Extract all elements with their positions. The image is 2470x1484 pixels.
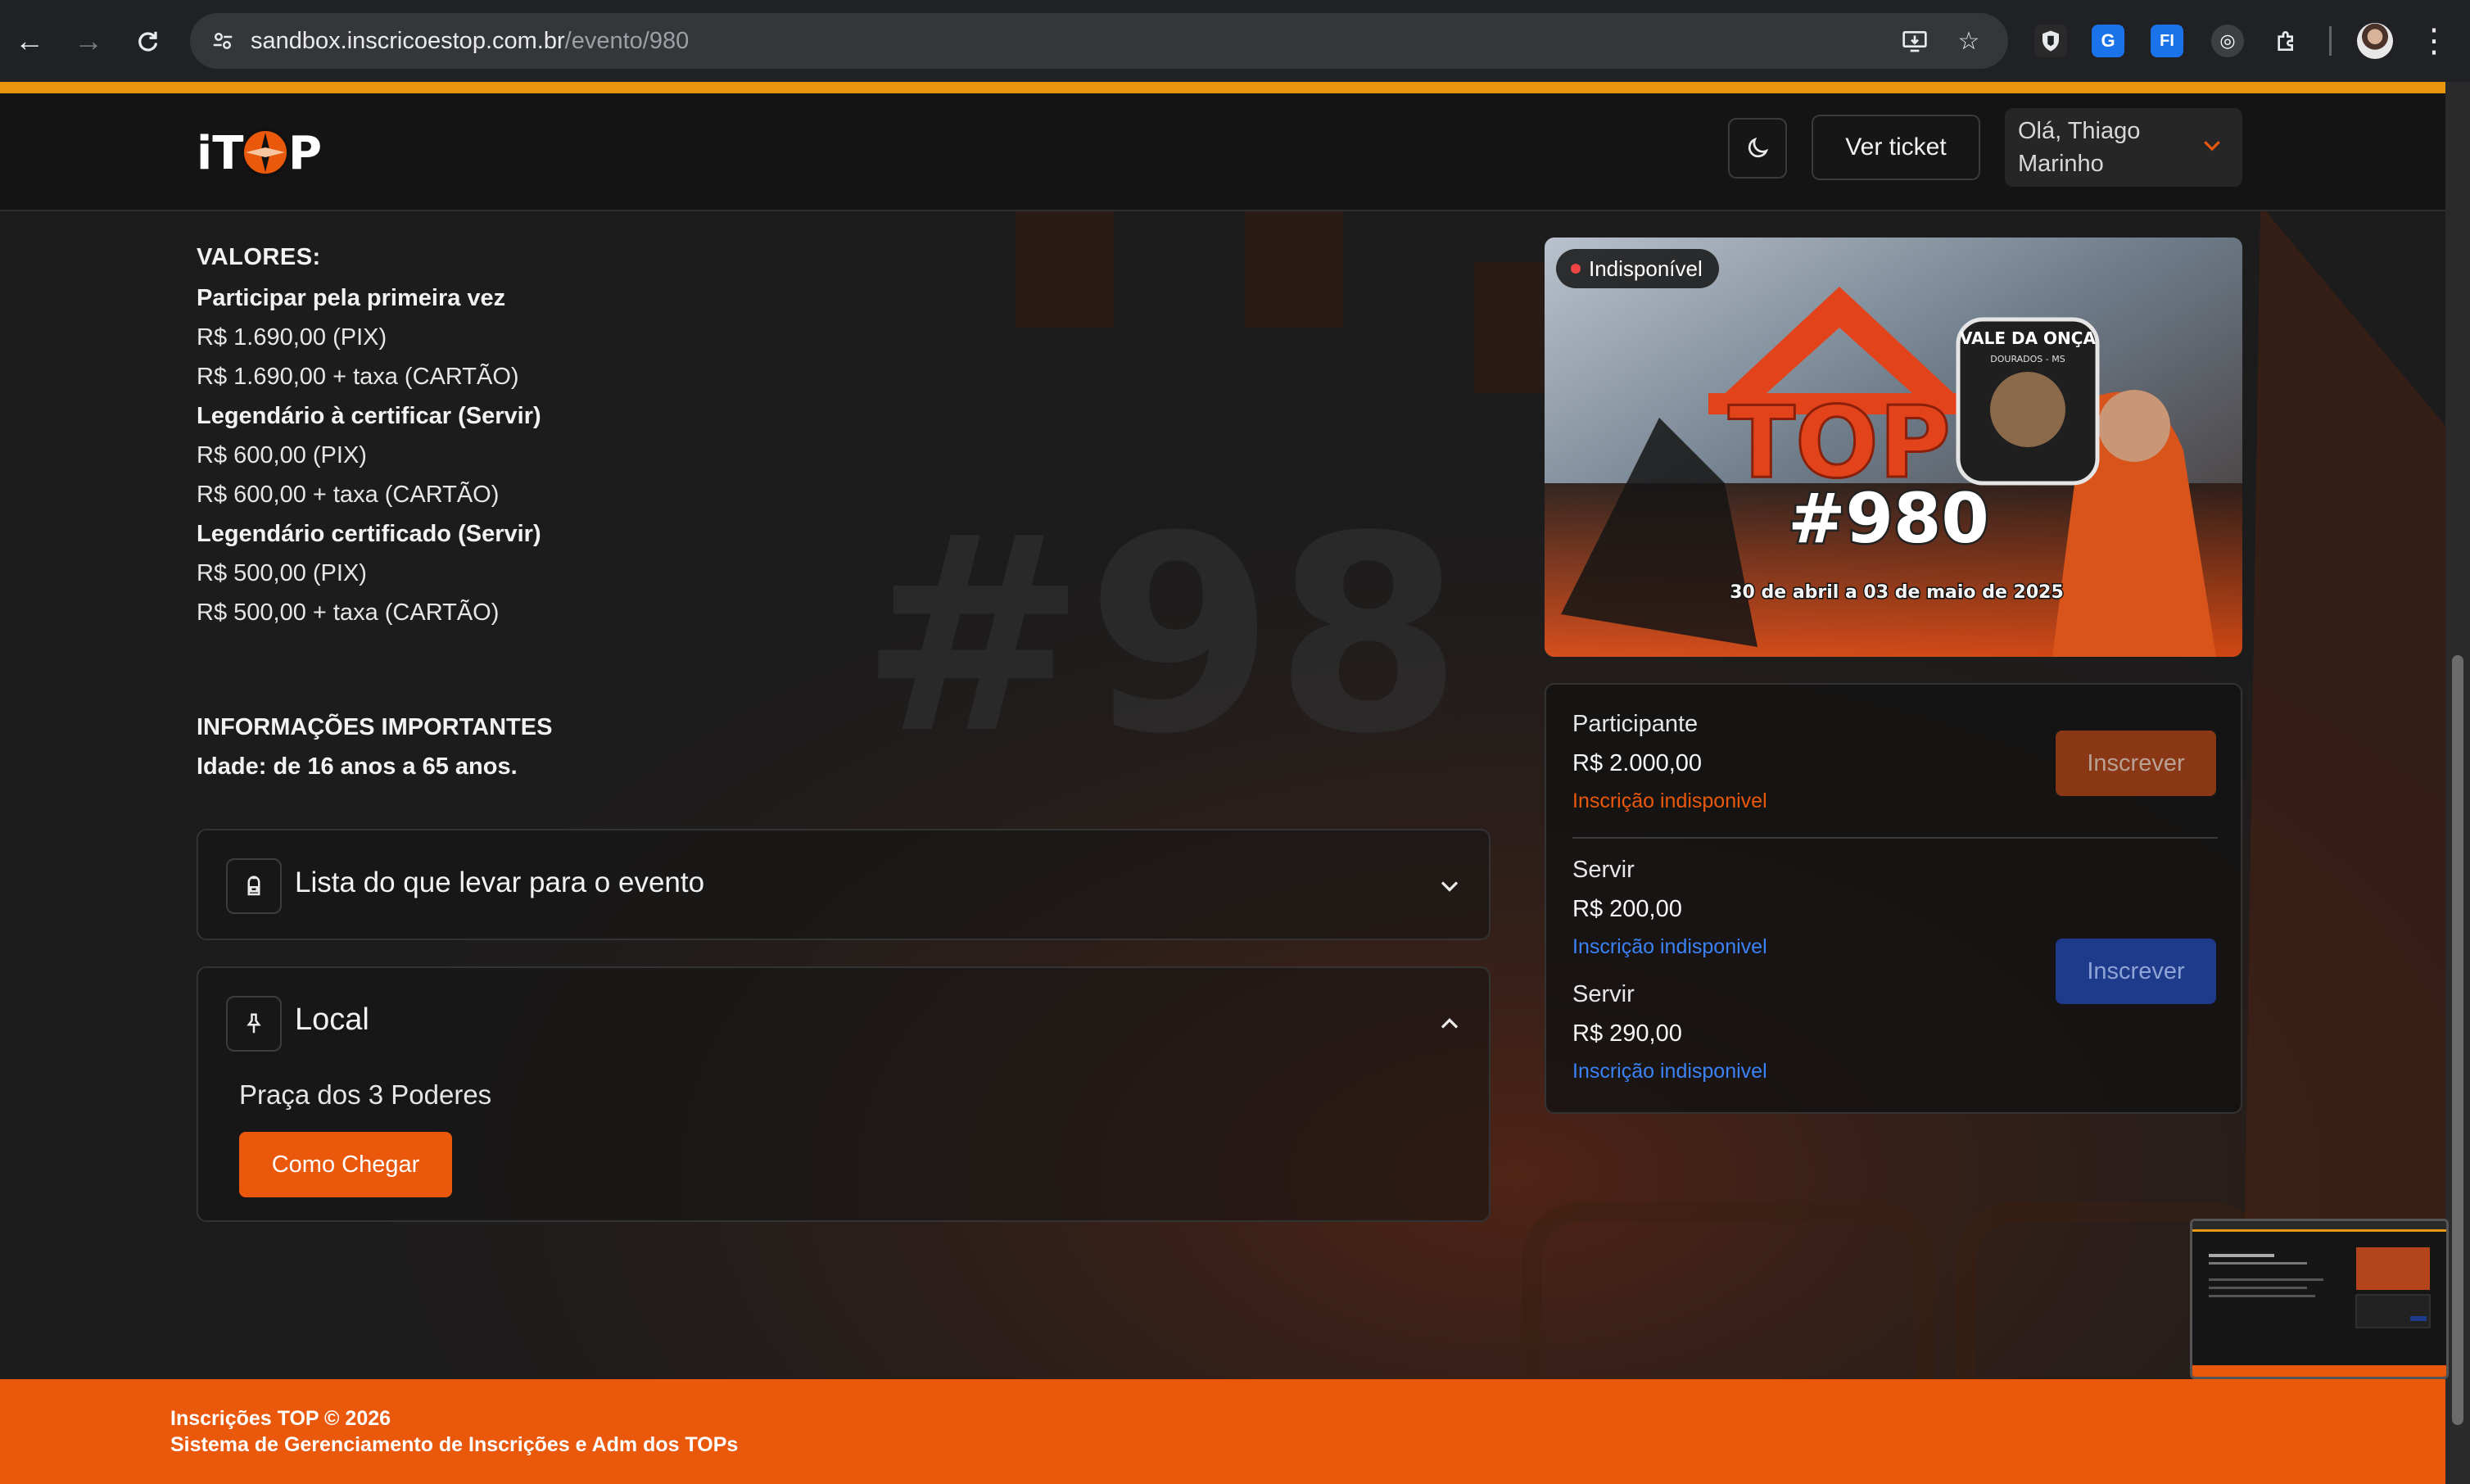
back-icon[interactable]: ← xyxy=(10,21,49,61)
accordion-local[interactable]: Local Praça dos 3 Poderes Como Chegar xyxy=(197,966,1491,1222)
ticket-status: Inscrição indisponivel xyxy=(1572,790,1767,812)
user-greeting-line1: Olá, Thiago xyxy=(2018,118,2141,144)
fi-extension-icon[interactable]: FI xyxy=(2151,25,2183,57)
site-header: iT P Ver ticket Olá, Thiago Marinho xyxy=(0,93,2445,211)
ver-ticket-button[interactable]: Ver ticket xyxy=(1812,115,1980,180)
reload-icon[interactable] xyxy=(128,21,167,61)
event-banner-image: VALE DA ONÇA DOURADOS - MS TOP #980 30 d… xyxy=(1545,238,2242,657)
badge-title: VALE DA ONÇA xyxy=(1960,328,2096,348)
local-address: Praça dos 3 Poderes xyxy=(239,1079,492,1110)
chevron-down-icon[interactable] xyxy=(1435,871,1464,901)
ticket-divider xyxy=(1572,837,2218,839)
bookmark-star-icon[interactable]: ☆ xyxy=(1952,25,1985,57)
price-line: Legendário à certificar (Servir) xyxy=(197,403,541,429)
scrollbar-thumb[interactable] xyxy=(2452,655,2463,1425)
user-menu-dropdown[interactable]: Olá, Thiago Marinho xyxy=(2005,108,2242,187)
ticket-name: Participante xyxy=(1572,711,1699,737)
forward-icon[interactable]: → xyxy=(69,21,108,61)
como-chegar-button[interactable]: Como Chegar xyxy=(239,1132,452,1197)
moon-icon xyxy=(1748,137,1769,158)
site-footer: Inscrições TOP © 2026 Sistema de Gerenci… xyxy=(0,1379,2445,1484)
toolbar-separator xyxy=(2329,26,2332,56)
svg-text:iT: iT xyxy=(197,127,243,180)
pin-icon xyxy=(226,996,282,1052)
screenshot-preview-thumbnail[interactable] xyxy=(2190,1219,2449,1379)
ticket-price: R$ 200,00 xyxy=(1572,896,1682,922)
price-line: R$ 1.690,00 (PIX) xyxy=(197,324,387,351)
inscrever-servir-button[interactable]: Inscrever xyxy=(2056,939,2216,1004)
site-settings-icon[interactable] xyxy=(206,25,239,57)
user-greeting-line2: Marinho xyxy=(2018,151,2104,177)
price-line: R$ 500,00 + taxa (CARTÃO) xyxy=(197,599,500,626)
status-badge: Indisponível xyxy=(1556,249,1719,288)
price-line: R$ 600,00 + taxa (CARTÃO) xyxy=(197,482,500,508)
ticket-status: Inscrição indisponivel xyxy=(1572,935,1767,958)
browser-menu-icon[interactable]: ⋮ xyxy=(2418,20,2450,62)
chevron-up-icon[interactable] xyxy=(1435,1009,1464,1038)
ticket-status: Inscrição indisponivel xyxy=(1572,1060,1767,1083)
browser-toolbar: ← → sandbox.inscricoestop.com.br/evento/… xyxy=(0,0,2470,82)
ticket-price: R$ 290,00 xyxy=(1572,1020,1682,1047)
footer-copyright: Inscrições TOP © 2026 xyxy=(170,1407,391,1430)
price-line: Participar pela primeira vez xyxy=(197,285,506,311)
backpack-icon xyxy=(226,858,282,914)
price-line: R$ 1.690,00 + taxa (CARTÃO) xyxy=(197,364,519,390)
banner-number: #980 xyxy=(1788,478,1989,559)
ticket-name: Servir xyxy=(1572,857,1635,883)
svg-text:P: P xyxy=(288,127,322,180)
shield-extension-icon[interactable] xyxy=(2034,25,2067,57)
age-requirement: Idade: de 16 anos a 65 anos. xyxy=(197,753,518,780)
ticket-options-card: Participante R$ 2.000,00 Inscrição indis… xyxy=(1545,683,2242,1114)
ticket-name: Servir xyxy=(1572,981,1635,1007)
itop-logo[interactable]: iT P xyxy=(197,118,336,183)
install-app-icon[interactable] xyxy=(1898,25,1931,57)
url-text[interactable]: sandbox.inscricoestop.com.br/evento/980 xyxy=(251,28,689,55)
event-page: #98 iT P Ver ticket Olá, Thiago Marinho … xyxy=(0,82,2445,1484)
accordion-local-title: Local xyxy=(295,1002,369,1037)
chevron-down-icon xyxy=(2204,141,2220,152)
price-list: Participar pela primeira vez R$ 1.690,00… xyxy=(197,278,541,632)
accordion-lista-title: Lista do que levar para o evento xyxy=(295,866,705,898)
header-accent-bar xyxy=(0,82,2445,93)
price-line: R$ 600,00 (PIX) xyxy=(197,442,367,468)
svg-text:#98: #98 xyxy=(860,478,1463,793)
valores-title: VALORES: xyxy=(197,244,321,270)
inscrever-participante-button[interactable]: Inscrever xyxy=(2056,731,2216,796)
translate-extension-icon[interactable]: G xyxy=(2092,25,2124,57)
theme-toggle-button[interactable] xyxy=(1728,118,1787,179)
extensions-puzzle-icon[interactable] xyxy=(2270,25,2303,57)
price-line: R$ 500,00 (PIX) xyxy=(197,560,367,586)
banner-dates: 30 de abril a 03 de maio de 2025 xyxy=(1730,582,2064,603)
page-scrollbar[interactable] xyxy=(2445,82,2470,1484)
address-bar[interactable]: sandbox.inscricoestop.com.br/evento/980 … xyxy=(190,13,2008,69)
globe-extension-icon[interactable]: ◎ xyxy=(2211,25,2244,57)
price-line: Legendário certificado (Servir) xyxy=(197,521,541,547)
profile-avatar[interactable] xyxy=(2357,23,2393,59)
badge-subtitle: DOURADOS - MS xyxy=(1990,354,2065,364)
accordion-lista[interactable]: Lista do que levar para o evento xyxy=(197,829,1491,940)
footer-description: Sistema de Gerenciamento de Inscrições e… xyxy=(170,1433,739,1456)
ticket-price: R$ 2.000,00 xyxy=(1572,750,1703,776)
important-info-title: INFORMAÇÕES IMPORTANTES xyxy=(197,714,553,740)
